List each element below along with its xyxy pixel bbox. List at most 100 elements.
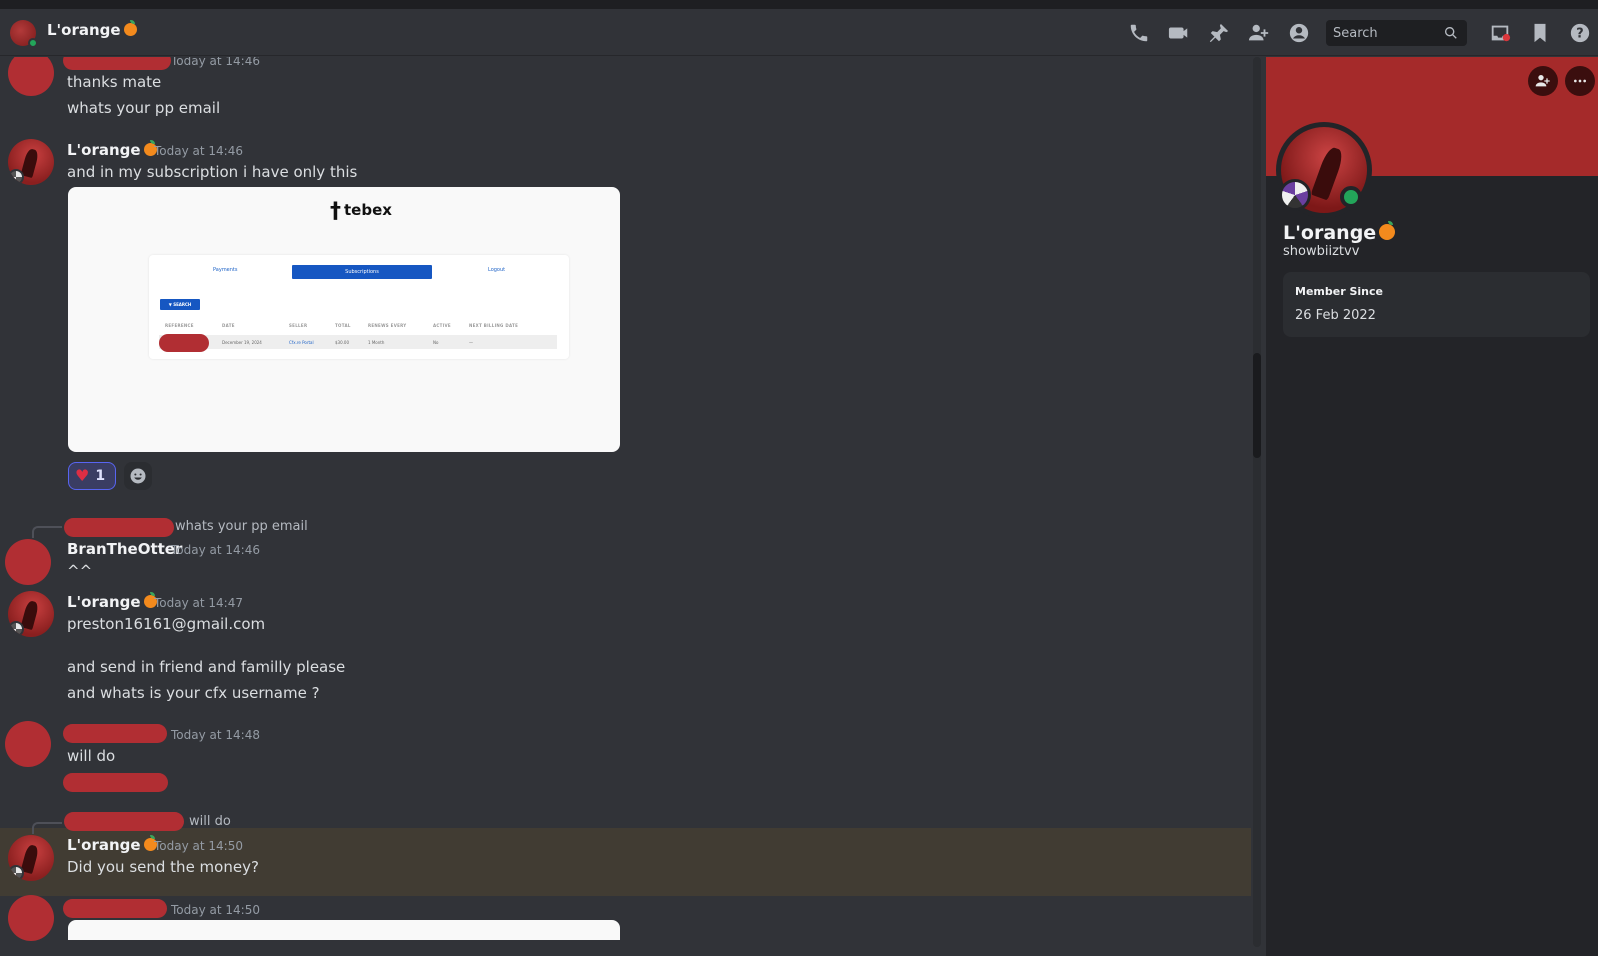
tebex-col-header: TOTAL — [335, 323, 351, 328]
message-text: ^^ — [67, 562, 93, 580]
smiley-icon — [130, 468, 146, 484]
svg-text:?: ? — [1576, 27, 1583, 42]
profile-username[interactable]: showbiiztvv — [1283, 244, 1359, 259]
tebex-cell: No — [433, 340, 439, 345]
author-avatar[interactable] — [8, 895, 54, 941]
redacted-reply-author — [64, 812, 184, 831]
redacted-reply-author — [64, 518, 174, 537]
online-status-icon — [1340, 186, 1362, 208]
tebex-cell: December 19, 2024 — [222, 340, 262, 345]
avatar-decoration-badge — [1279, 179, 1311, 211]
profile-display-name: L'orange — [1283, 221, 1396, 244]
tebex-col-header: NEXT BILLING DATE — [469, 323, 519, 328]
voice-call-icon[interactable] — [1127, 21, 1151, 45]
window-titlebar — [0, 0, 1598, 9]
tebex-col-header: ACTIVE — [433, 323, 451, 328]
reply-preview-text[interactable]: will do — [189, 814, 231, 829]
author-avatar[interactable] — [8, 835, 54, 881]
tebex-col-header: SELLER — [289, 323, 308, 328]
pin-icon[interactable] — [1207, 21, 1231, 45]
message-text: and whats is your cfx username ? — [67, 684, 320, 702]
message-timestamp: Today at 14:50 — [171, 903, 260, 917]
message-list[interactable]: Today at 14:46 thanks mate whats your pp… — [0, 57, 1251, 956]
avatar-decoration-badge — [8, 621, 24, 637]
message-author[interactable]: BranTheOtter — [67, 540, 182, 558]
author-avatar[interactable] — [8, 591, 54, 637]
more-options-button[interactable] — [1565, 66, 1595, 96]
member-since-card: Member Since 26 Feb 2022 — [1283, 272, 1590, 337]
channel-header: L'orange ? — [0, 9, 1598, 56]
tebex-cell: — — [469, 340, 473, 345]
tebex-logo: † tebex — [330, 199, 392, 224]
chat-scrollbar[interactable] — [1253, 57, 1261, 947]
inbox-icon[interactable] — [1488, 21, 1512, 45]
tebex-search-button: ▼ SEARCH — [160, 299, 200, 310]
add-friend-button[interactable] — [1528, 66, 1558, 96]
member-since-label: Member Since — [1295, 285, 1383, 298]
redacted-username — [63, 57, 171, 70]
message-text: preston16161@gmail.com — [67, 615, 266, 633]
tebex-cell: 1 Month — [368, 340, 385, 345]
tebex-nav-payments: Payments — [213, 267, 238, 273]
message-timestamp: Today at 14:46 — [154, 144, 243, 158]
add-reaction-button[interactable] — [124, 462, 152, 490]
message-text: whats your pp email — [67, 99, 221, 117]
tebex-col-header: REFERENCE — [165, 323, 194, 328]
member-since-value: 26 Feb 2022 — [1295, 308, 1376, 323]
orange-emoji-icon — [1379, 221, 1396, 240]
redacted-username — [63, 724, 167, 743]
message-author[interactable]: L'orange — [67, 835, 157, 854]
tebex-subscriptions-card: Payments Subscriptions Logout ▼ SEARCH R… — [149, 255, 569, 359]
tebex-cell: $30.00 — [335, 340, 349, 345]
message-text: will do — [67, 747, 116, 765]
reply-connector — [32, 822, 62, 834]
help-icon[interactable]: ? — [1568, 21, 1592, 45]
user-profile-toggle-icon[interactable] — [1287, 21, 1311, 45]
search-box[interactable] — [1326, 20, 1467, 46]
more-dots-icon — [1574, 79, 1586, 83]
reaction-count: 1 — [95, 468, 106, 484]
user-profile-panel: L'orange showbiiztvv Member Since 26 Feb… — [1266, 57, 1598, 956]
tebex-nav-subscriptions: Subscriptions — [292, 265, 432, 279]
author-avatar[interactable] — [5, 721, 51, 767]
message-timestamp: Today at 14:47 — [154, 596, 243, 610]
tebex-col-header: DATE — [222, 323, 235, 328]
search-icon — [1443, 25, 1459, 41]
redacted-content — [63, 773, 168, 792]
message-timestamp: Today at 14:48 — [171, 728, 260, 742]
heart-icon: ♥ — [75, 466, 90, 485]
search-input[interactable] — [1333, 25, 1443, 41]
orange-emoji-icon — [123, 20, 137, 36]
redacted-username — [63, 899, 167, 918]
message-text: Did you send the money? — [67, 858, 259, 876]
dm-title: L'orange — [47, 20, 137, 39]
bookmark-icon[interactable] — [1528, 21, 1552, 45]
reply-preview-text[interactable]: whats your pp email — [175, 519, 308, 534]
video-call-icon[interactable] — [1167, 21, 1191, 45]
heart-reaction[interactable]: ♥ 1 — [68, 462, 116, 490]
image-attachment[interactable] — [68, 920, 620, 940]
tebex-cell: Cfx.re Portal — [289, 340, 314, 345]
author-avatar[interactable] — [8, 139, 54, 185]
message-timestamp: Today at 14:46 — [171, 543, 260, 557]
message-author[interactable]: L'orange — [67, 140, 157, 159]
message-author[interactable]: L'orange — [67, 592, 157, 611]
reply-connector — [32, 526, 62, 538]
avatar-decoration-badge — [8, 169, 24, 185]
add-friends-to-dm-icon[interactable] — [1247, 21, 1271, 45]
add-friend-icon — [1535, 75, 1550, 87]
tebex-table-row — [159, 335, 557, 349]
tebex-col-header: RENEWS EVERY — [368, 323, 407, 328]
redacted-reference — [159, 334, 209, 352]
online-status-dot — [28, 38, 38, 48]
image-attachment[interactable]: † tebex Payments Subscriptions Logout ▼ S… — [68, 187, 620, 452]
message-timestamp: Today at 14:46 — [171, 57, 260, 68]
scrollbar-thumb[interactable] — [1253, 353, 1261, 458]
message-text: thanks mate — [67, 73, 162, 91]
author-avatar[interactable] — [8, 57, 54, 96]
message-timestamp: Today at 14:50 — [154, 839, 243, 853]
author-avatar[interactable] — [5, 539, 51, 585]
tebex-nav-logout: Logout — [488, 267, 506, 273]
avatar-decoration-badge — [8, 865, 24, 881]
dm-avatar — [10, 20, 38, 48]
